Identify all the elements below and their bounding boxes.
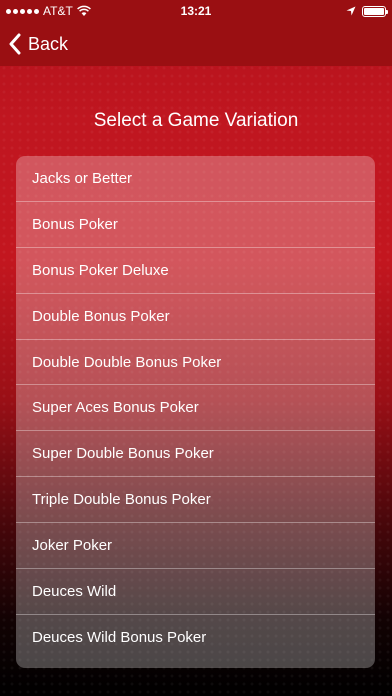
game-item-double-double-bonus-poker[interactable]: Double Double Bonus Poker: [16, 340, 375, 386]
game-item-jacks-or-better[interactable]: Jacks or Better: [16, 156, 375, 202]
game-item-bonus-poker[interactable]: Bonus Poker: [16, 202, 375, 248]
chevron-left-icon: [9, 33, 21, 55]
location-icon: [346, 6, 356, 16]
back-button[interactable]: Back: [8, 22, 68, 66]
game-item-deuces-wild-bonus-poker[interactable]: Deuces Wild Bonus Poker: [16, 615, 375, 661]
game-item-triple-double-bonus-poker[interactable]: Triple Double Bonus Poker: [16, 477, 375, 524]
back-label: Back: [28, 33, 69, 54]
nav-bar: Back: [0, 22, 392, 66]
status-bar: AT&T 13:21: [0, 0, 392, 22]
game-item-bonus-poker-deluxe[interactable]: Bonus Poker Deluxe: [16, 248, 375, 294]
status-time: 13:21: [180, 4, 212, 18]
game-item-deuces-wild[interactable]: Deuces Wild: [16, 569, 375, 615]
status-right: [346, 0, 388, 22]
game-item-joker-poker[interactable]: Joker Poker: [16, 523, 375, 570]
game-item-super-double-bonus-poker[interactable]: Super Double Bonus Poker: [16, 431, 375, 478]
game-item-double-bonus-poker[interactable]: Double Bonus Poker: [16, 294, 375, 340]
game-item-super-aces-bonus-poker[interactable]: Super Aces Bonus Poker: [16, 385, 375, 432]
game-list: Jacks or Better Bonus Poker Bonus Poker …: [16, 156, 375, 668]
battery-icon: [362, 5, 388, 17]
page-title: Select a Game Variation: [93, 110, 299, 131]
